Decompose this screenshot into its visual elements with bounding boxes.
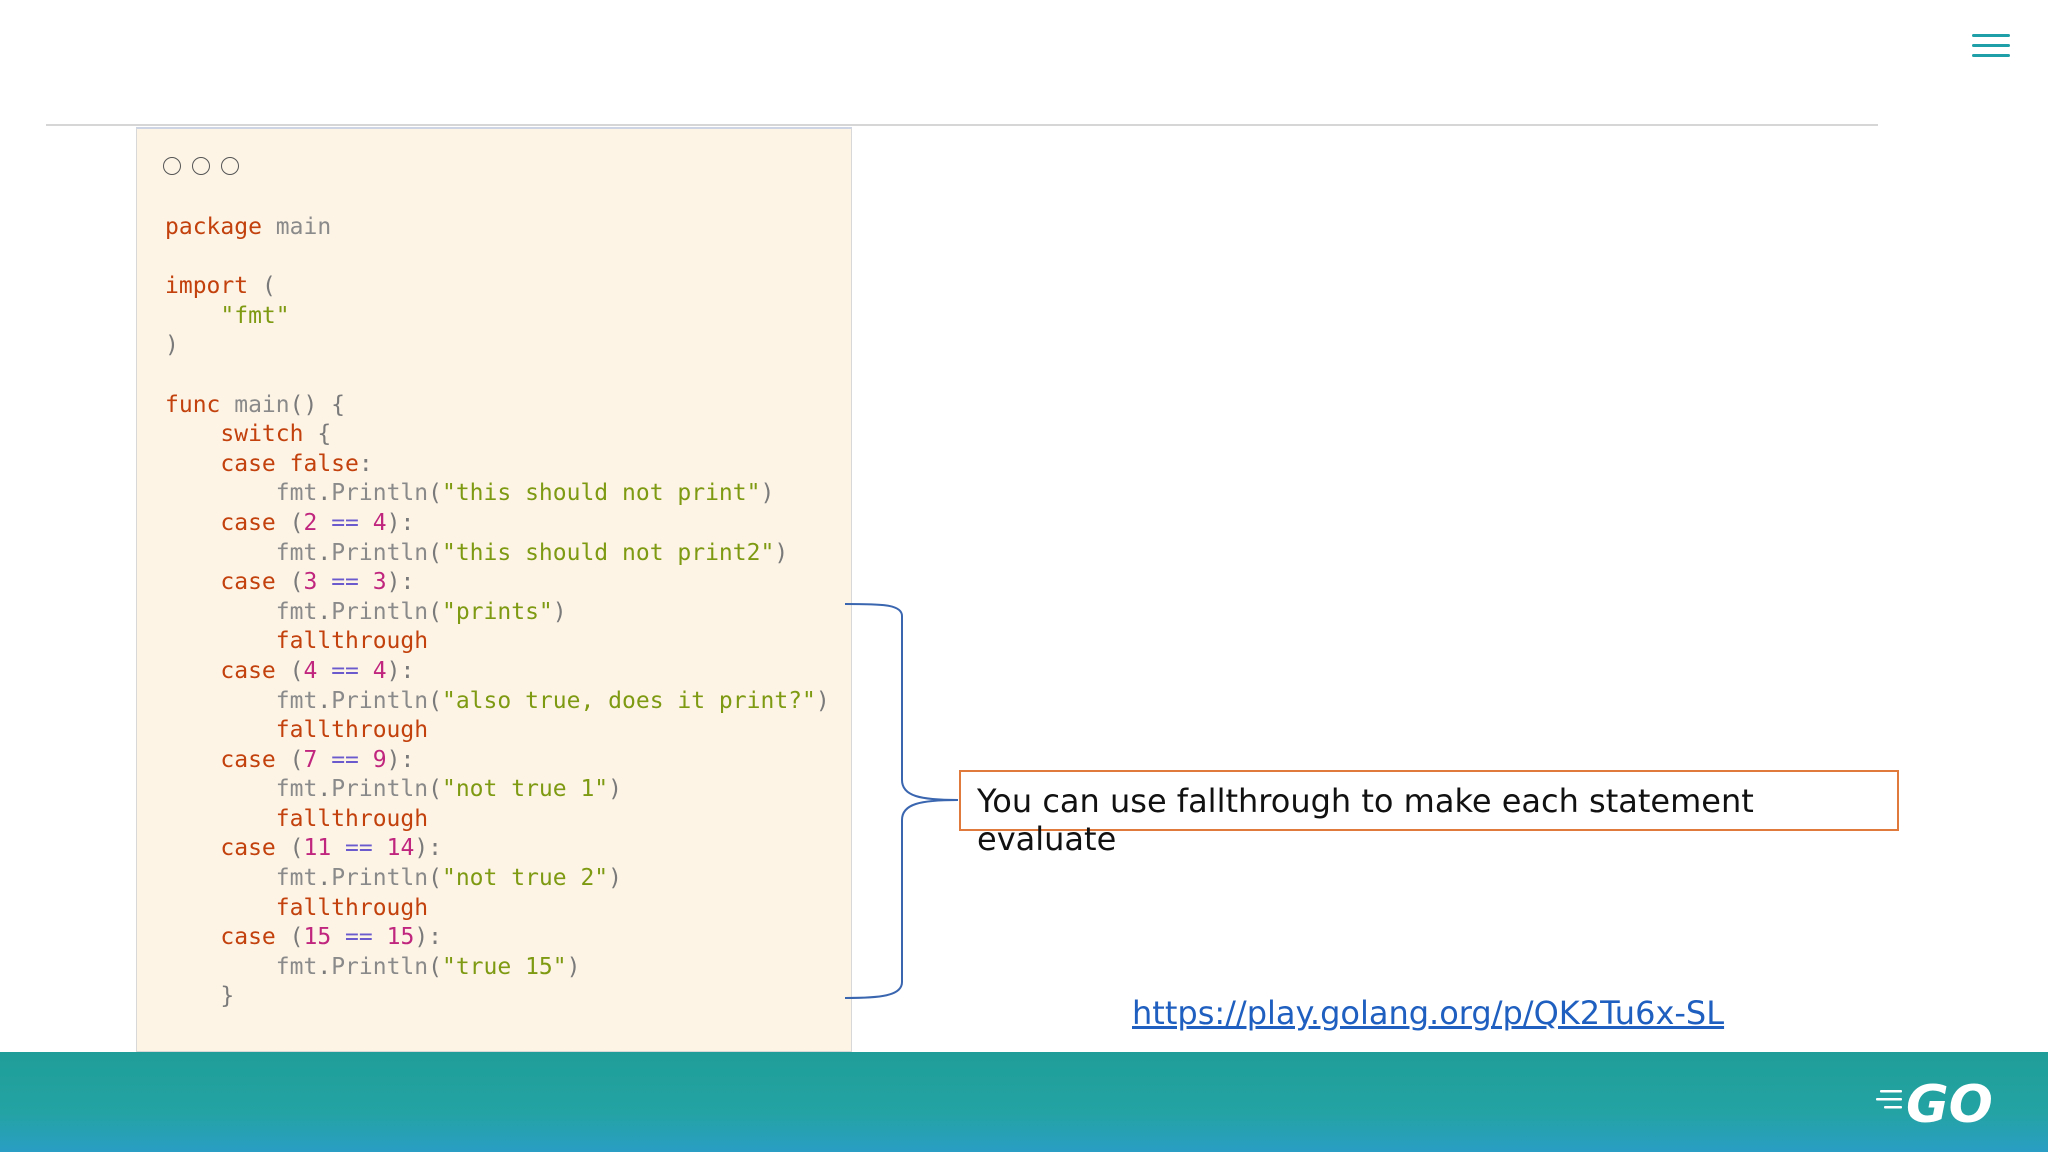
go-logo: GO xyxy=(1876,1076,1993,1132)
playground-link[interactable]: https://play.golang.org/p/QK2Tu6x-SL xyxy=(1132,994,1724,1032)
footer-bar xyxy=(0,1052,2048,1152)
go-logo-text: GO xyxy=(1906,1076,1993,1132)
callout-box: You can use fallthrough to make each sta… xyxy=(959,770,1899,858)
curly-brace-icon xyxy=(844,603,959,999)
callout-text: You can use fallthrough to make each sta… xyxy=(977,782,1754,858)
